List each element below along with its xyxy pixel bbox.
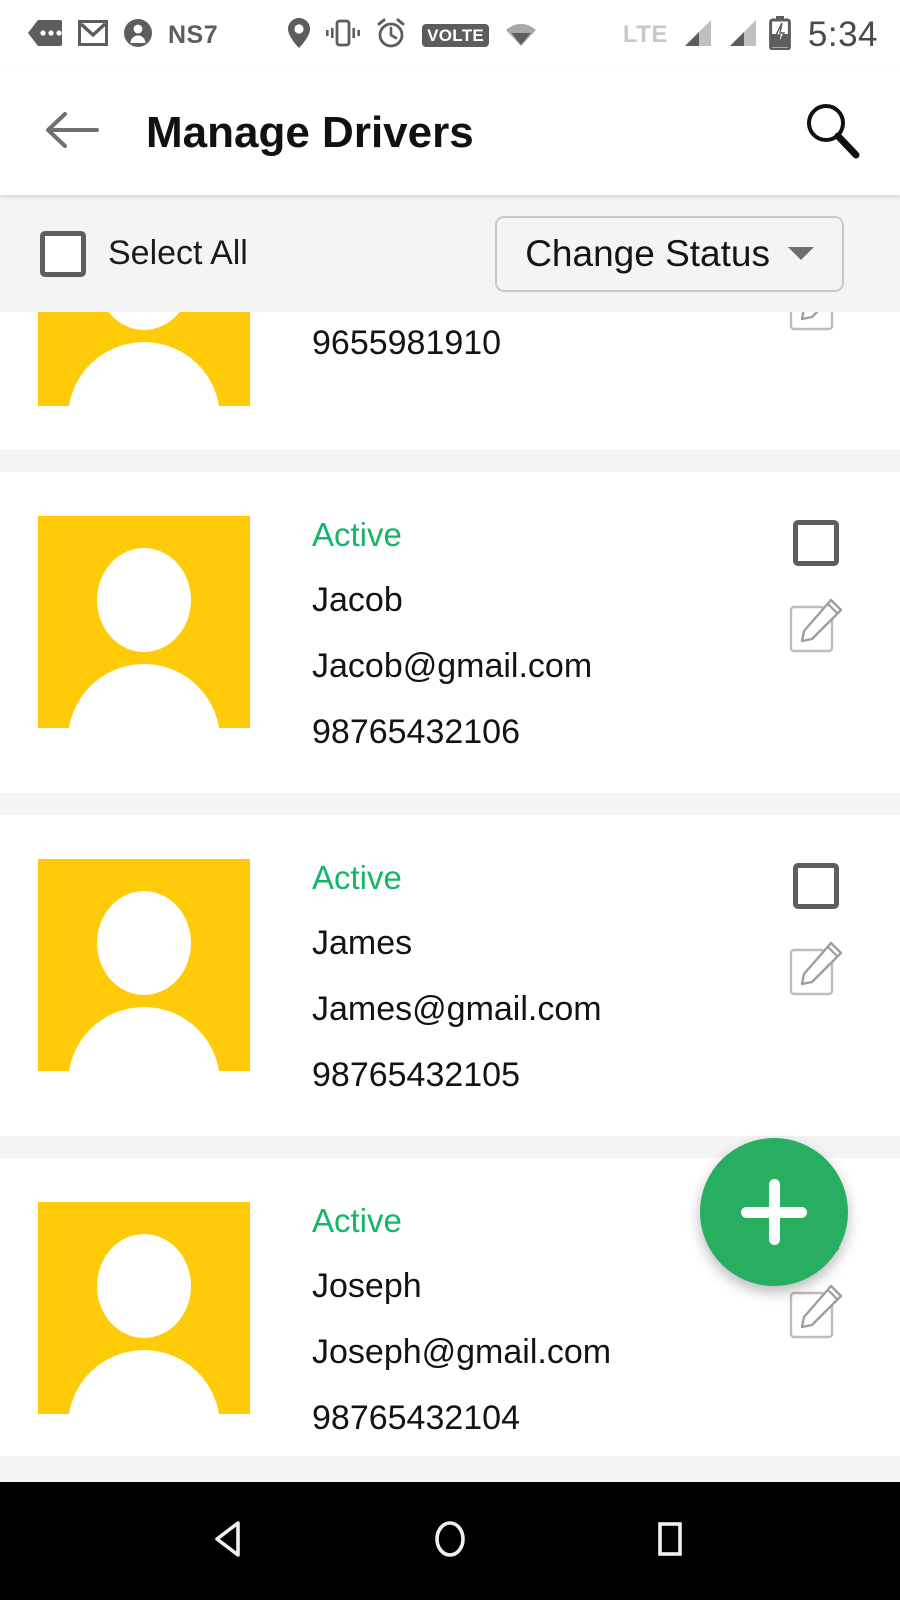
driver-phone: 98765432104 xyxy=(312,1399,521,1437)
driver-name: Jacob xyxy=(312,581,403,619)
nav-home-circle-icon xyxy=(427,1516,473,1567)
change-status-dropdown[interactable]: Change Status xyxy=(495,215,844,292)
driver-phone: 98765432106 xyxy=(312,713,521,751)
chevron-down-icon xyxy=(788,247,814,260)
nav-recents-button[interactable] xyxy=(625,1496,715,1586)
table-row[interactable]: Active Jacob Jacob@gmail.com 98765432106 xyxy=(0,472,900,793)
back-arrow-icon xyxy=(43,110,99,155)
back-button[interactable] xyxy=(40,102,102,164)
driver-phone: 9655981910 xyxy=(312,324,502,362)
nav-home-button[interactable] xyxy=(405,1496,495,1586)
select-all-checkbox[interactable] xyxy=(40,230,86,277)
edit-pencil-icon[interactable] xyxy=(788,1284,844,1340)
person-avatar-icon xyxy=(38,1202,250,1414)
add-driver-fab[interactable] xyxy=(700,1138,848,1286)
signal-bars-icon xyxy=(679,18,713,53)
search-button[interactable] xyxy=(796,98,866,168)
list-divider xyxy=(0,450,900,472)
status-badge: Active xyxy=(312,859,402,896)
page-title: Manage Drivers xyxy=(146,107,474,157)
edit-pencil-icon[interactable] xyxy=(788,598,844,654)
edit-pencil-icon[interactable] xyxy=(788,941,844,997)
carrier-label: NS7 xyxy=(168,20,219,49)
driver-email: James@gmail.com xyxy=(312,990,602,1028)
search-icon xyxy=(800,99,862,166)
signal-bars-icon xyxy=(724,18,758,53)
row-actions xyxy=(788,516,844,654)
status-bar-right-icons: LTE 5:34 xyxy=(623,15,878,55)
person-avatar-icon xyxy=(38,859,250,1071)
drivers-list[interactable]: william@yopmail.com 9655981910 xyxy=(0,312,900,1456)
table-row[interactable]: Active James James@gmail.com 98765432105 xyxy=(0,815,900,1136)
change-status-label: Change Status xyxy=(525,232,770,274)
status-bar: NS7 VOLTE LTE 5:34 xyxy=(0,0,900,70)
select-all-label: Select All xyxy=(108,234,248,272)
table-row[interactable]: william@yopmail.com 9655981910 xyxy=(0,312,900,450)
driver-email: Jacob@gmail.com xyxy=(312,647,593,685)
list-bottom-spacer xyxy=(0,1456,900,1482)
select-all-control[interactable]: Select All xyxy=(40,230,248,277)
vibrate-icon xyxy=(326,19,361,52)
app-screen: NS7 VOLTE LTE 5:34 Manage Drivers Select… xyxy=(0,0,900,1600)
status-bar-mid-icons: VOLTE xyxy=(288,17,537,53)
system-navigation-bar xyxy=(0,1482,900,1600)
driver-phone: 98765432105 xyxy=(312,1056,521,1094)
app-bar: Manage Drivers xyxy=(0,70,900,195)
status-bar-clock: 5:34 xyxy=(807,15,878,54)
account-icon xyxy=(124,18,152,52)
gmail-icon xyxy=(78,19,108,51)
nav-back-button[interactable] xyxy=(185,1496,275,1586)
network-type-label: LTE xyxy=(622,21,668,48)
messages-icon xyxy=(28,19,62,51)
volte-badge: VOLTE xyxy=(422,23,490,47)
driver-name: Joseph xyxy=(312,1267,422,1305)
nav-back-triangle-icon xyxy=(207,1516,253,1567)
battery-charging-icon xyxy=(768,15,791,55)
row-checkbox[interactable] xyxy=(793,520,839,566)
driver-info: Active Jacob Jacob@gmail.com 98765432106 xyxy=(312,516,788,749)
bulk-action-bar: Select All Change Status xyxy=(0,195,900,312)
driver-info: william@yopmail.com 9655981910 xyxy=(312,312,788,360)
driver-name: James xyxy=(312,924,413,962)
driver-email: Joseph@gmail.com xyxy=(312,1333,612,1371)
edit-pencil-icon[interactable] xyxy=(788,312,844,332)
status-badge: Active xyxy=(312,516,402,553)
row-actions xyxy=(788,312,844,332)
person-avatar-icon xyxy=(38,516,250,728)
alarm-icon xyxy=(376,18,406,53)
nav-recents-square-icon xyxy=(647,1516,693,1567)
person-avatar-icon xyxy=(38,312,250,406)
location-icon xyxy=(288,17,311,53)
row-checkbox[interactable] xyxy=(793,863,839,909)
list-divider xyxy=(0,793,900,815)
driver-info: Active James James@gmail.com 98765432105 xyxy=(312,859,788,1092)
row-actions xyxy=(788,859,844,997)
status-bar-left-icons: NS7 xyxy=(28,18,219,52)
wifi-icon xyxy=(505,20,537,51)
